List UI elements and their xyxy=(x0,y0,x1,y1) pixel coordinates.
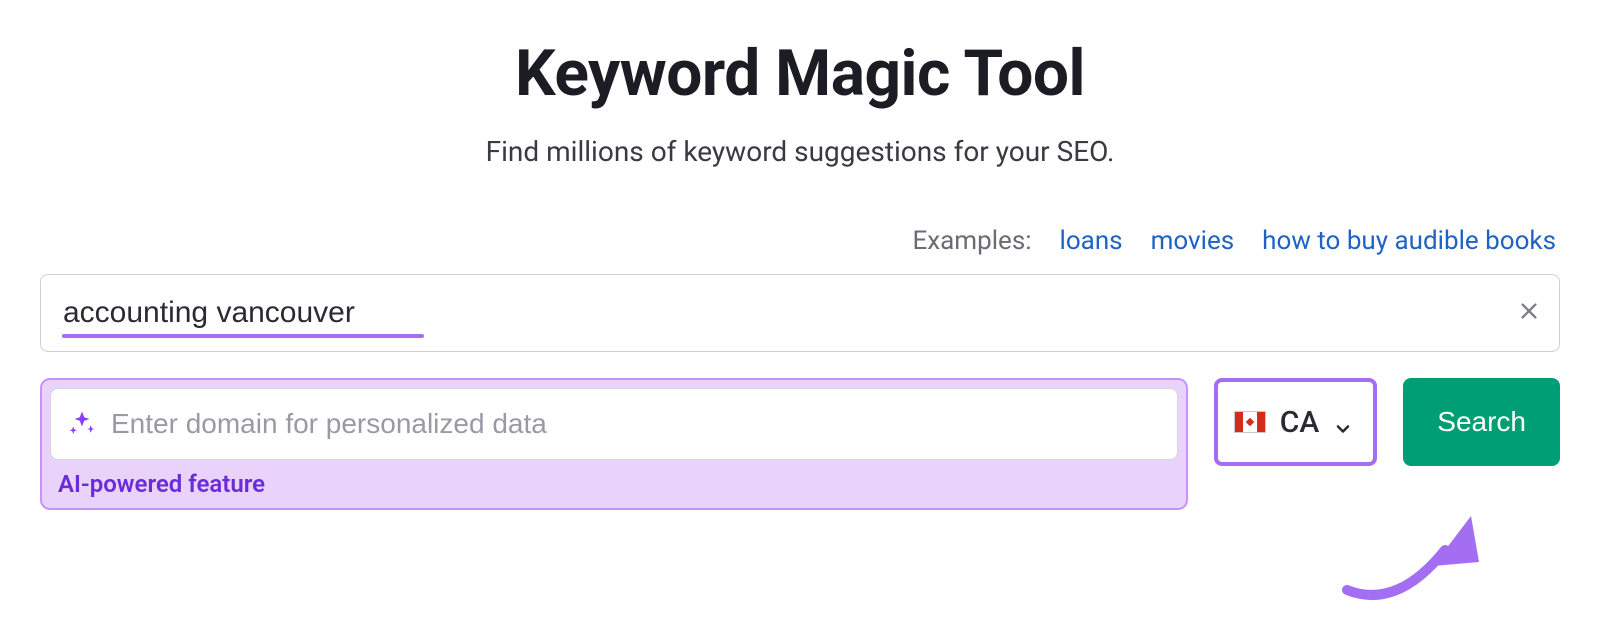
highlight-underline xyxy=(62,334,424,338)
lower-controls-row: AI-powered feature CA Search xyxy=(40,378,1560,510)
domain-panel: AI-powered feature xyxy=(40,378,1188,510)
flag-ca-icon xyxy=(1234,411,1266,433)
sparkle-icon xyxy=(67,409,97,439)
search-button[interactable]: Search xyxy=(1403,378,1560,466)
domain-input-wrap xyxy=(50,388,1178,460)
clear-input-icon[interactable] xyxy=(1518,299,1540,327)
country-select[interactable]: CA xyxy=(1214,378,1377,466)
example-link-loans[interactable]: loans xyxy=(1060,226,1123,256)
page-subtitle: Find millions of keyword suggestions for… xyxy=(40,135,1560,168)
keyword-input[interactable] xyxy=(40,274,1560,352)
examples-row: Examples: loans movies how to buy audibl… xyxy=(40,226,1556,256)
domain-input[interactable] xyxy=(111,408,1161,440)
chevron-down-icon xyxy=(1333,412,1353,432)
ai-feature-label: AI-powered feature xyxy=(58,470,1178,498)
example-link-audible[interactable]: how to buy audible books xyxy=(1262,226,1556,256)
keyword-input-wrap xyxy=(40,274,1560,352)
country-code: CA xyxy=(1280,405,1319,440)
examples-label: Examples: xyxy=(912,226,1031,256)
example-link-movies[interactable]: movies xyxy=(1151,226,1235,256)
page-title: Keyword Magic Tool xyxy=(40,36,1560,111)
